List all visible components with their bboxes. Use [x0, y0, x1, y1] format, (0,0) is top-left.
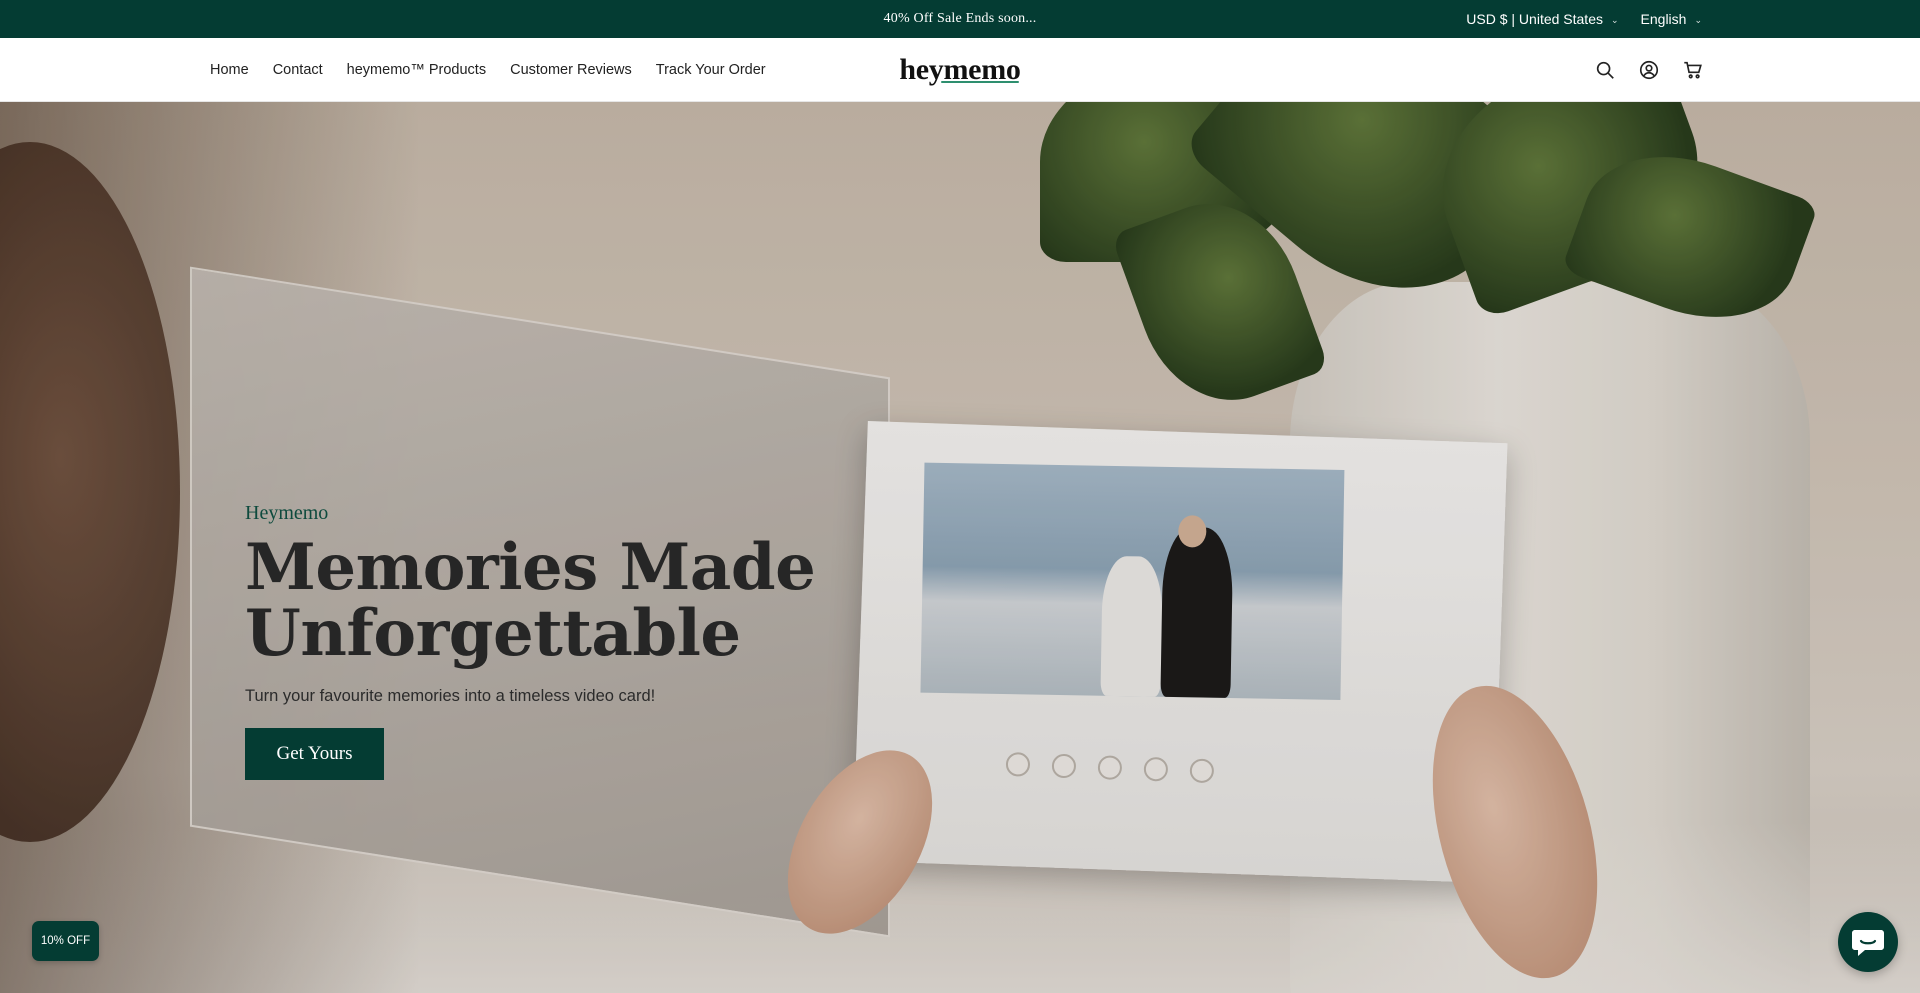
- language-label: English: [1640, 11, 1687, 27]
- nav-item-contact[interactable]: Contact: [273, 62, 323, 78]
- announcement-bar: 40% Off Sale Ends soon... USD $ | United…: [0, 0, 1920, 38]
- currency-selector[interactable]: USD $ | United States ⌄: [1466, 11, 1618, 27]
- hero-subtext: Turn your favourite memories into a time…: [245, 687, 656, 705]
- chat-icon: [1852, 930, 1884, 956]
- get-yours-button[interactable]: Get Yours: [245, 728, 384, 780]
- discount-badge[interactable]: 10% OFF: [32, 921, 99, 961]
- headline-line-2: Unforgettable: [245, 596, 741, 671]
- language-selector[interactable]: English ⌄: [1641, 11, 1702, 27]
- header-icons: [1594, 38, 1704, 102]
- chevron-down-icon: ⌄: [1694, 14, 1702, 25]
- site-header: Home Contact heymemo™ Products Customer …: [0, 38, 1920, 102]
- announcement-message: 40% Off Sale Ends soon...: [883, 11, 1037, 26]
- nav-item-customer-reviews[interactable]: Customer Reviews: [510, 62, 632, 78]
- hero-headline: Memories Made Unforgettable: [245, 535, 865, 667]
- hero-banner: Heymemo Memories Made Unforgettable Turn…: [0, 102, 1920, 993]
- site-logo[interactable]: heymemo: [899, 53, 1021, 87]
- account-icon[interactable]: [1638, 59, 1660, 81]
- nav-item-track-order[interactable]: Track Your Order: [656, 62, 766, 78]
- hero-content: Heymemo Memories Made Unforgettable Turn…: [245, 502, 865, 780]
- chevron-down-icon: ⌄: [1610, 14, 1619, 25]
- headline-line-1: Memories Made: [245, 530, 816, 605]
- hero-eyebrow: Heymemo: [245, 502, 329, 524]
- chat-button[interactable]: [1838, 912, 1898, 972]
- locale-selectors: USD $ | United States ⌄ English ⌄: [1466, 0, 1702, 38]
- search-icon[interactable]: [1594, 59, 1616, 81]
- main-nav: Home Contact heymemo™ Products Customer …: [210, 38, 766, 102]
- nav-item-products[interactable]: heymemo™ Products: [347, 62, 486, 78]
- currency-label: USD $ | United States: [1466, 11, 1603, 27]
- cart-icon[interactable]: [1682, 59, 1704, 81]
- nav-item-home[interactable]: Home: [210, 62, 249, 78]
